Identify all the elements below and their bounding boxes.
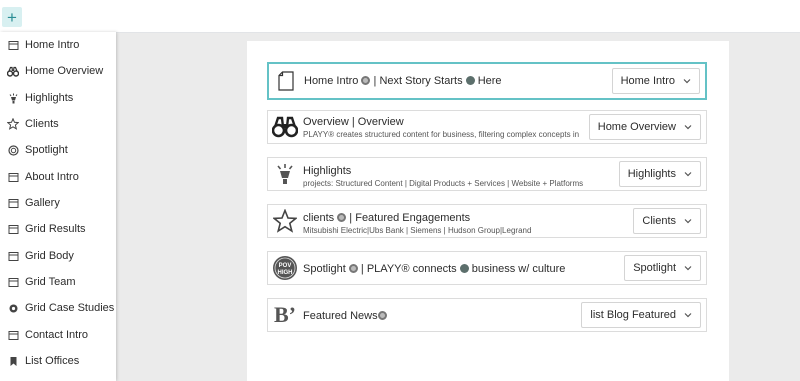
sidebar-item-label: Grid Team	[25, 276, 76, 288]
sidebar-item-home-overview[interactable]: Home Overview	[0, 60, 116, 82]
block-subtitle: projects: Structured Content | Digital P…	[303, 179, 584, 188]
circle-icon	[377, 311, 387, 320]
sidebar-item-label: Home Overview	[25, 65, 104, 77]
block-home-intro[interactable]: Home Intro | Next Story Starts Here Home…	[267, 62, 707, 100]
sidebar-item-label: Highlights	[25, 92, 74, 104]
chevron-down-icon	[683, 77, 691, 85]
sidebar-item-spotlight[interactable]: Spotlight	[0, 139, 116, 161]
sidebar-item-label: Clients	[25, 118, 59, 130]
block-subtitle: Mitsubishi Electric|Ubs Bank | Siemens |…	[303, 226, 532, 235]
sidebar-item-label: Home Intro	[25, 39, 80, 51]
block-subtitle: PLAYY® creates structured content for bu…	[303, 130, 580, 139]
editor-canvas: Home Intro | Next Story Starts Here Home…	[247, 41, 729, 381]
star-icon	[7, 118, 19, 130]
sidebar-item-label: List Offices	[25, 355, 80, 367]
spotlight-icon	[7, 144, 19, 156]
block-title: Home Intro | Next Story Starts Here	[304, 75, 502, 87]
block-title: clients | Featured Engagements	[303, 212, 471, 224]
block-title: Spotlight | PLAYY® connects business w/ …	[303, 263, 566, 275]
chevron-down-icon	[684, 217, 692, 225]
sidebar-item-label: Spotlight	[25, 144, 68, 156]
binoculars-icon	[7, 65, 19, 77]
block-clients[interactable]: clients | Featured Engagements Mitsubish…	[267, 204, 707, 238]
sidebar-item-gallery[interactable]: Gallery	[0, 192, 116, 214]
dot-icon	[459, 264, 469, 273]
spotlight-icon: POV HIGH	[272, 255, 298, 281]
block-type-select[interactable]: Home Intro	[611, 68, 700, 94]
sidebar-item-label: Grid Results	[25, 223, 86, 235]
star-icon	[272, 208, 298, 234]
lamp-icon	[272, 161, 298, 187]
sidebar-item-grid-team[interactable]: Grid Team	[0, 271, 116, 293]
block-type-select[interactable]: list Blog Featured	[581, 302, 701, 328]
sidebar-item-grid-results[interactable]: Grid Results	[0, 218, 116, 240]
block-title: Featured News	[303, 310, 387, 322]
block-icon	[7, 171, 19, 183]
sidebar-item-label: About Intro	[25, 171, 79, 183]
block-type-select[interactable]: Clients	[633, 208, 701, 234]
dot-icon	[465, 76, 475, 85]
block-icon	[7, 250, 19, 262]
circle-icon	[348, 264, 358, 273]
block-type-select[interactable]: Highlights	[618, 161, 701, 187]
chevron-down-icon	[684, 311, 692, 319]
document-icon	[273, 68, 299, 94]
sidebar-item-highlights[interactable]: Highlights	[0, 87, 116, 109]
block-title: Highlights	[303, 165, 352, 177]
sidebar-item-label: Contact Intro	[25, 329, 88, 341]
circle-icon	[337, 213, 347, 222]
block-spotlight[interactable]: POV HIGH Spotlight | PLAYY® connects bus…	[267, 251, 707, 285]
add-block-button[interactable]: +	[2, 7, 22, 27]
sidebar-item-label: Grid Case Studies	[25, 302, 115, 314]
blog-icon: B’	[272, 302, 298, 328]
block-icon	[7, 223, 19, 235]
sidebar-item-label: Grid Body	[25, 250, 74, 262]
sidebar-item-grid-body[interactable]: Grid Body	[0, 245, 116, 267]
sidebar-item-about-intro[interactable]: About Intro	[0, 166, 116, 188]
gear-icon	[7, 302, 19, 314]
sidebar-item-list-offices[interactable]: List Offices	[0, 350, 116, 372]
block-featured-news[interactable]: B’ Featured News list Blog Featured	[267, 298, 707, 332]
sidebar-item-contact-intro[interactable]: Contact Intro	[0, 324, 116, 346]
block-icon	[7, 329, 19, 341]
chevron-down-icon	[684, 170, 692, 178]
sidebar-item-label: Gallery	[25, 197, 60, 209]
sidebar-item-grid-case-studies[interactable]: Grid Case Studies	[0, 297, 116, 319]
block-home-overview[interactable]: Overview | Overview PLAYY® creates struc…	[267, 110, 707, 144]
blog-logo-text: B’	[274, 302, 296, 327]
block-inserter-menu: Home Intro Home Overview Highlights Clie…	[0, 32, 116, 381]
block-icon	[7, 197, 19, 209]
top-toolbar: +	[0, 0, 800, 33]
block-title: Overview | Overview	[303, 116, 404, 128]
block-type-select[interactable]: Home Overview	[588, 114, 701, 140]
block-icon	[7, 276, 19, 288]
chevron-down-icon	[684, 123, 692, 131]
spotlight-logo-text-2: HIGH	[278, 270, 293, 276]
block-type-select[interactable]: Spotlight	[624, 255, 701, 281]
bookmark-icon	[7, 355, 19, 367]
chevron-down-icon	[684, 264, 692, 272]
binoculars-icon	[272, 114, 298, 140]
block-highlights[interactable]: Highlights projects: Structured Content …	[267, 157, 707, 191]
lamp-icon	[7, 92, 19, 104]
spotlight-logo-text: POV	[279, 263, 292, 269]
block-icon	[7, 39, 19, 51]
sidebar-item-home-intro[interactable]: Home Intro	[0, 34, 116, 56]
sidebar-item-clients[interactable]: Clients	[0, 113, 116, 135]
